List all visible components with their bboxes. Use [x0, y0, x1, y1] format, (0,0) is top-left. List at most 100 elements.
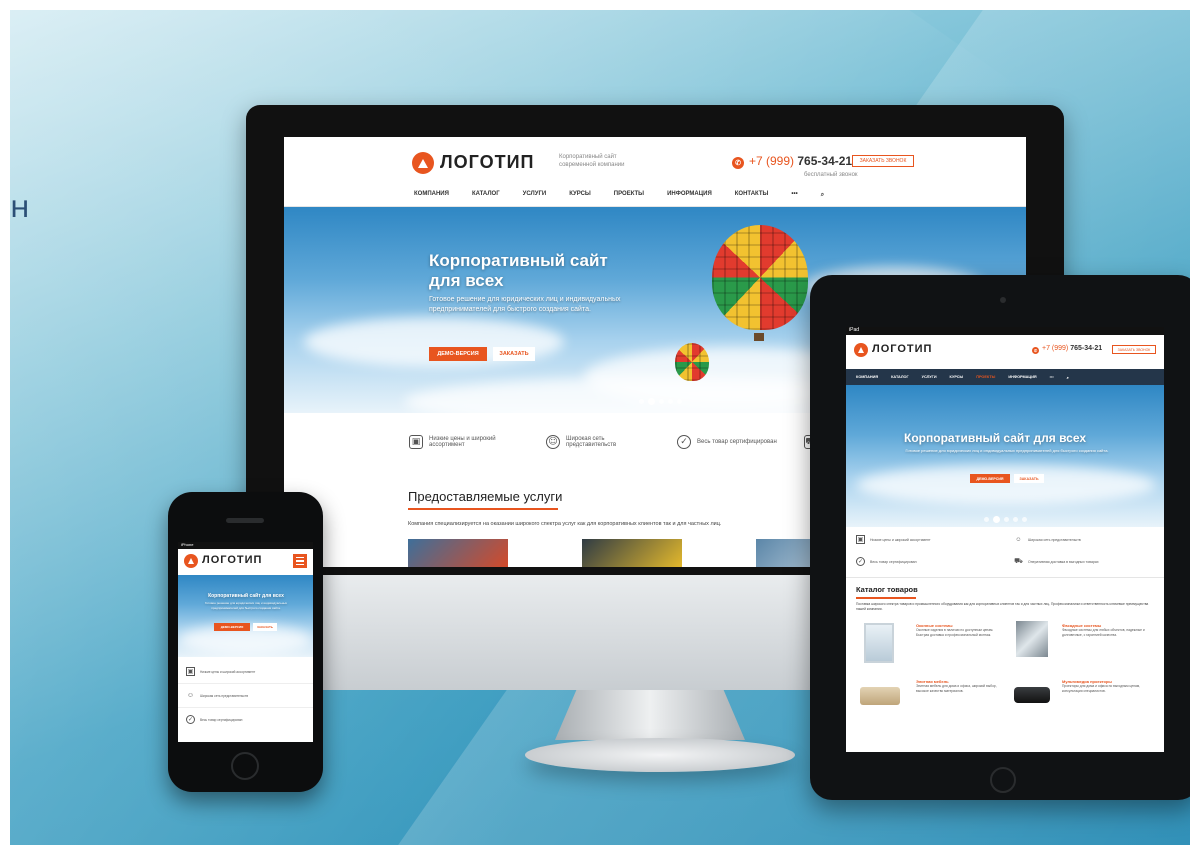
nav-item-projects[interactable]: Проекты [614, 191, 644, 199]
demo-button[interactable]: Демо-версия [214, 623, 250, 631]
hero-title: Корпоративный сайт для всех [904, 431, 1087, 445]
shield-icon: ✓ [856, 557, 865, 566]
order-button[interactable]: Заказать [253, 623, 277, 631]
search-icon[interactable]: ⌕ [1067, 375, 1069, 380]
phone-number[interactable]: +7 (999) 765-34-21 [1042, 345, 1102, 352]
phone-features: ▣ Низкие цены и широкий ассортимент ☺ Широ… [178, 657, 313, 741]
logo-icon[interactable] [854, 343, 868, 357]
order-button[interactable]: Заказать [1014, 474, 1044, 483]
feature-item: ⛟ Оперативная доставка в выгодных товарах [1014, 558, 1099, 565]
nav-item-courses[interactable]: Курсы [569, 191, 591, 199]
hero-title: Корпоративный сайт для всех [429, 251, 608, 290]
logo-text[interactable]: ЛОГОТИП [202, 554, 262, 566]
phone-hero: Корпоративный сайт для всех Готовое реше… [178, 575, 313, 657]
truck-icon: ⛟ [1014, 558, 1023, 565]
catalog-item[interactable]: Фасадные системы Фасадные системы для лю… [1062, 623, 1154, 638]
slider-dots[interactable] [984, 516, 1027, 523]
hero-subtitle: Готовое решение для юридических лиц и ин… [905, 448, 1109, 453]
nav-item-company[interactable]: Компания [414, 191, 449, 199]
feature-item: ▣ Низкие цены и широкий ассортимент [186, 667, 256, 676]
phone-note: бесплатный звонок [804, 172, 858, 178]
status-bar: iPad [846, 327, 1164, 335]
feature-item: ✓ Весь товар сертифицирован [186, 715, 243, 724]
logo-text[interactable]: ЛОГОТИП [872, 343, 932, 355]
catalog-item[interactable]: Оконные системы Оконные изделия в наличи… [916, 623, 1006, 638]
feature-item: ✓ Весь товар сертифицирован [677, 435, 787, 449]
hot-air-balloon-image [712, 225, 808, 330]
services-title: Предоставляемые услуги [408, 489, 563, 504]
feature-item: ✓ Весь товар сертифицирован [856, 557, 917, 566]
demo-button[interactable]: Демо-версия [970, 474, 1010, 483]
nav-item-info[interactable]: Информация [1008, 375, 1036, 379]
home-button[interactable] [231, 752, 259, 780]
camera [1000, 297, 1006, 303]
main-nav: Компания Каталог Услуги Курсы Проекты Ин… [414, 191, 824, 199]
box-icon: ▣ [186, 667, 195, 676]
box-icon: ▣ [856, 535, 865, 544]
title-underline [856, 597, 916, 599]
tagline: Корпоративный сайт современной компании [559, 154, 625, 168]
person-icon: ☺ [1015, 536, 1022, 543]
logo-icon[interactable] [184, 554, 198, 568]
tablet-header: ЛОГОТИП ✆ +7 (999) 765-34-21 Заказать зв… [846, 335, 1164, 369]
phone-number[interactable]: +7 (999) 765-34-21 [749, 154, 852, 168]
logo-text[interactable]: ЛОГОТИП [440, 152, 534, 173]
more-icon[interactable]: ••• [791, 191, 797, 199]
monitor-stand-base [525, 738, 795, 772]
logo-icon[interactable] [412, 152, 434, 174]
tablet-device: iPad ЛОГОТИП ✆ +7 (999) 765-34-21 Заказа… [810, 275, 1190, 800]
tablet-nav: Компания Каталог Услуги Курсы Проекты Ин… [846, 369, 1164, 385]
home-button[interactable] [990, 767, 1016, 793]
catalog-item[interactable]: Мультимедиа проекторы Проекторы для дома… [1062, 679, 1154, 694]
projector-image[interactable] [1014, 687, 1050, 703]
slider-dots[interactable] [639, 398, 682, 405]
nav-item-projects[interactable]: Проекты [976, 375, 995, 379]
small-balloon-image [675, 343, 709, 381]
feature-item: ☺ Широкая сеть представительств [1015, 536, 1081, 543]
balloon-basket [754, 333, 764, 341]
window-image[interactable] [864, 623, 894, 663]
nav-item-services[interactable]: Услуги [922, 375, 937, 379]
call-button[interactable]: Заказать звонок [852, 155, 914, 167]
title-underline [408, 508, 558, 510]
search-icon[interactable]: ⌕ [821, 191, 824, 199]
service-thumb[interactable] [408, 539, 508, 567]
facade-image[interactable] [1016, 621, 1048, 657]
hero-title: Корпоративный сайт для всех [208, 593, 284, 599]
nav-item-info[interactable]: Информация [667, 191, 712, 199]
call-button[interactable]: Заказать звонок [1112, 345, 1156, 354]
demo-button[interactable]: Демо-версия [429, 347, 487, 361]
phone-icon: ✆ [732, 157, 744, 169]
hero-subtitle: Готовое решение для юридических лиц и ин… [429, 296, 621, 313]
feature-item: ☺ Широкая сеть представительств [186, 692, 249, 699]
status-bar: iPhone [178, 542, 313, 549]
tablet-content: ▣ Низкие цены и широкий ассортимент ☺ Широ… [846, 527, 1164, 752]
catalog-text: Поставка широкого спектра товаров и пром… [856, 602, 1149, 611]
more-icon[interactable]: ••• [1050, 375, 1054, 379]
menu-icon[interactable] [293, 554, 307, 568]
nav-item-services[interactable]: Услуги [523, 191, 547, 199]
nav-item-courses[interactable]: Курсы [950, 375, 964, 379]
edge-glyph: н [10, 190, 30, 225]
scene: н ЛОГОТИП Корпоративный сайт современной… [10, 10, 1190, 845]
catalog-title: Каталог товаров [856, 585, 918, 594]
phone-icon: ✆ [1032, 347, 1039, 354]
hero-subtitle: Готовое решение для юридических лиц и ин… [204, 601, 288, 610]
nav-item-company[interactable]: Компания [856, 375, 878, 379]
nav-item-catalog[interactable]: Каталог [891, 375, 909, 379]
box-icon: ▣ [409, 435, 423, 449]
service-thumb[interactable] [582, 539, 682, 567]
order-button[interactable]: Заказать [493, 347, 535, 361]
nav-item-catalog[interactable]: Каталог [472, 191, 500, 199]
catalog-item[interactable]: Элитная мебель Элитная мебель для дома и… [916, 679, 1006, 694]
sofa-image[interactable] [860, 687, 900, 705]
feature-item: ☺ Широкая сеть представительств [546, 435, 656, 449]
speaker [226, 518, 264, 523]
feature-item: ▣ Низкие цены и широкий ассортимент [409, 435, 519, 449]
person-icon: ☺ [546, 435, 560, 449]
tablet-hero: Корпоративный сайт для всех Готовое реше… [846, 385, 1164, 527]
phone-site: iPhone ЛОГОТИП Корпоративный сайт для вс… [178, 542, 313, 742]
nav-item-contacts[interactable]: Контакты [735, 191, 769, 199]
shield-icon: ✓ [186, 715, 195, 724]
tablet-site: iPad ЛОГОТИП ✆ +7 (999) 765-34-21 Заказа… [846, 327, 1164, 752]
